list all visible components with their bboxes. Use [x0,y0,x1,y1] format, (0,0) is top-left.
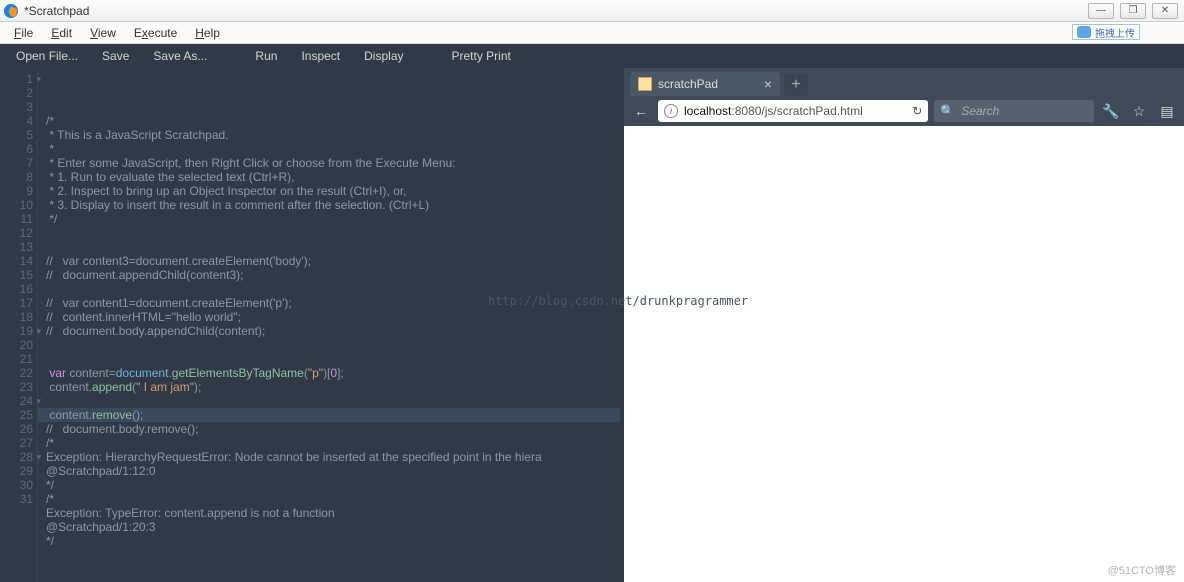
menu-help[interactable]: Help [187,24,228,42]
library-icon[interactable]: ▤ [1156,100,1178,122]
window-title: *Scratchpad [24,4,89,18]
menu-file[interactable]: File [6,24,41,42]
browser-content[interactable] [624,126,1184,582]
search-icon: 🔍 [940,104,955,118]
maximize-button[interactable]: ❐ [1120,3,1146,19]
minimize-button[interactable]: — [1088,3,1114,19]
search-box[interactable]: 🔍 Search [934,100,1094,122]
line-gutter: 1234567891011121314151617181920212223242… [0,68,38,582]
tool-save[interactable]: Save [90,45,141,67]
menu-edit[interactable]: Edit [43,24,80,42]
tool-display[interactable]: Display [352,45,415,67]
tab-title: scratchPad [658,77,718,91]
toolbar: Open File...SaveSave As... RunInspectDisp… [0,44,1184,68]
menu-execute[interactable]: Execute [126,24,185,42]
info-icon[interactable]: i [664,104,678,118]
watermark: http://blog.csdn.net/drunkpragrammer [488,294,748,308]
tab-strip: scratchPad × + [624,68,1184,96]
close-button[interactable]: ✕ [1152,3,1178,19]
bookmark-icon[interactable]: ☆ [1128,100,1150,122]
tool-save-as-[interactable]: Save As... [141,45,219,67]
dev-tools-icon[interactable]: 🔧 [1100,100,1122,122]
menu-view[interactable]: View [82,24,124,42]
back-button[interactable]: ← [630,100,652,122]
tool-pretty-print[interactable]: Pretty Print [440,45,523,67]
footer-watermark: @51CTO博客 [1108,562,1176,578]
browser-pane: scratchPad × + ← i localhost:8080/js/scr… [624,68,1184,582]
window-titlebar: *Scratchpad — ❐ ✕ [0,0,1184,22]
favicon-icon [638,77,652,91]
tab-close-icon[interactable]: × [764,76,772,92]
reload-icon[interactable]: ↻ [912,104,922,118]
window-controls: — ❐ ✕ [1088,3,1178,19]
search-placeholder: Search [961,104,999,118]
nav-bar: ← i localhost:8080/js/scratchPad.html ↻ … [624,96,1184,126]
upload-widget[interactable]: 拖拽上传 [1072,24,1140,40]
firefox-icon [4,4,18,18]
editor-pane: 1234567891011121314151617181920212223242… [0,68,624,582]
code-area[interactable]: http://blog.csdn.net/drunkpragrammer /* … [38,68,624,582]
tool-open-file-[interactable]: Open File... [4,45,90,67]
cloud-icon [1077,26,1091,38]
tool-run[interactable]: Run [243,45,289,67]
url-bar[interactable]: i localhost:8080/js/scratchPad.html ↻ [658,100,928,122]
tool-inspect[interactable]: Inspect [289,45,352,67]
new-tab-button[interactable]: + [784,74,808,96]
menubar: File Edit View Execute Help 拖拽上传 [0,22,1184,44]
browser-tab[interactable]: scratchPad × [630,72,780,96]
